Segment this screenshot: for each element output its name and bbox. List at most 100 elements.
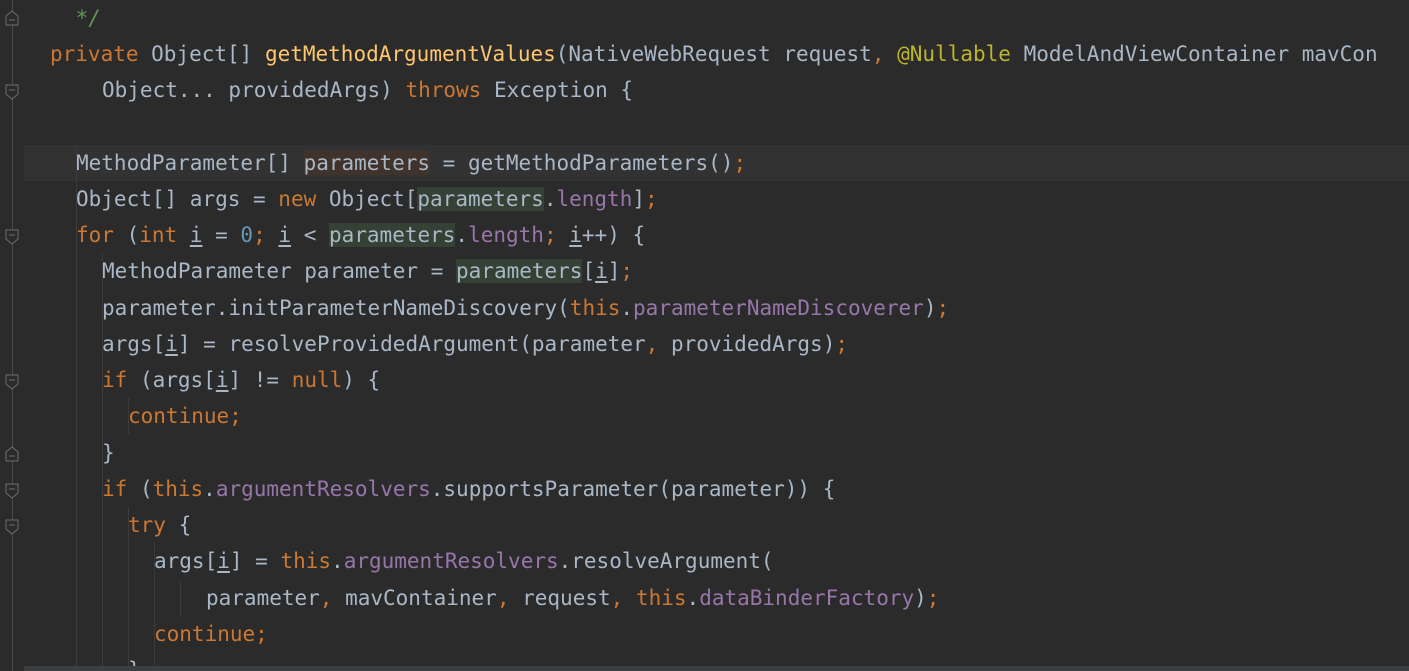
code-line[interactable]: continue; <box>24 398 1409 434</box>
code-token: Object... providedArgs) <box>102 78 406 102</box>
code-token: ( <box>127 477 153 501</box>
code-line-text: args[i] = this.argumentResolvers.resolve… <box>154 543 774 579</box>
code-token: 0 <box>240 223 254 247</box>
code-token: i <box>165 332 178 356</box>
code-token: this <box>569 296 621 320</box>
fold-collapse-icon[interactable] <box>5 483 19 499</box>
code-token: .resolveArgument( <box>558 549 774 573</box>
editor-gutter[interactable] <box>0 0 24 671</box>
code-token: ModelAndViewContainer mavCon <box>1010 42 1378 66</box>
code-line-text: } <box>102 435 115 471</box>
code-token: i <box>595 259 608 283</box>
code-token: ; <box>253 223 266 247</box>
code-line[interactable]: Object... providedArgs) throws Exception… <box>24 72 1409 108</box>
code-token: */ <box>63 6 101 30</box>
fold-collapse-icon[interactable] <box>5 229 19 245</box>
code-token: parameterNameDiscoverer <box>633 296 924 320</box>
code-token: parameters <box>456 259 583 283</box>
fold-end-icon[interactable] <box>5 10 19 26</box>
code-token: ] = resolveProvidedArgument(parameter <box>177 332 646 356</box>
code-token: , <box>319 586 333 610</box>
fold-collapse-icon[interactable] <box>5 374 19 390</box>
code-token: ) <box>923 296 937 320</box>
code-token: throws <box>405 78 482 102</box>
code-line[interactable]: args[i] = this.argumentResolvers.resolve… <box>24 543 1409 579</box>
code-token: i <box>189 223 203 247</box>
code-token: ) { <box>342 368 381 392</box>
code-token: ; <box>733 151 747 175</box>
code-token: continue <box>154 622 256 646</box>
code-token: parameter <box>206 586 320 610</box>
code-token: int <box>139 223 178 247</box>
code-token: ] = <box>229 549 281 573</box>
code-token: ] <box>632 187 645 211</box>
code-token: args[ <box>154 549 218 573</box>
code-token: i <box>278 223 292 247</box>
code-token: request <box>509 586 611 610</box>
code-token: null <box>291 368 343 392</box>
code-line[interactable]: MethodParameter parameter = parameters[i… <box>24 253 1409 289</box>
code-token: ; <box>936 296 950 320</box>
code-token: try <box>128 513 166 537</box>
code-token: [ <box>582 259 596 283</box>
code-line[interactable]: MethodParameter[] parameters = getMethod… <box>24 145 1409 181</box>
indent-guide <box>180 580 181 616</box>
code-line[interactable]: for (int i = 0; i < parameters.length; i… <box>24 217 1409 253</box>
code-token: . <box>455 223 469 247</box>
indent-guide <box>128 507 129 671</box>
code-line[interactable]: parameter, mavContainer, request, this.d… <box>24 580 1409 616</box>
code-token: dataBinderFactory <box>699 586 915 610</box>
code-token: , <box>496 586 510 610</box>
code-editor[interactable]: */ private Object[] getMethodArgumentValu… <box>24 0 1409 671</box>
code-line-text: Object... providedArgs) throws Exception… <box>102 72 633 108</box>
code-token: Object[] args = <box>76 187 279 211</box>
code-token: ; <box>620 259 634 283</box>
code-line-text: MethodParameter parameter = parameters[i… <box>102 253 633 289</box>
code-line[interactable]: private Object[] getMethodArgumentValues… <box>24 36 1409 72</box>
code-line[interactable]: } <box>24 435 1409 471</box>
code-line[interactable]: */ <box>24 0 1409 36</box>
code-token: for <box>76 223 114 247</box>
code-line-text: continue; <box>154 616 268 652</box>
code-line-text: Object[] args = new Object[parameters.le… <box>76 181 658 217</box>
code-token: length <box>556 187 633 211</box>
code-token: parameters <box>303 151 431 175</box>
code-line[interactable]: args[i] = resolveProvidedArgument(parame… <box>24 326 1409 362</box>
code-line[interactable]: parameter.initParameterNameDiscovery(thi… <box>24 290 1409 326</box>
code-line-text: parameter, mavContainer, request, this.d… <box>206 580 939 616</box>
code-line-text: parameter.initParameterNameDiscovery(thi… <box>102 290 949 326</box>
gutter-line <box>12 0 13 671</box>
code-line[interactable]: if (args[i] != null) { <box>24 362 1409 398</box>
code-token: . <box>686 586 700 610</box>
code-token: } <box>102 441 115 465</box>
code-token: continue <box>128 404 230 428</box>
fold-collapse-icon[interactable] <box>5 84 19 100</box>
code-token: argumentResolvers <box>343 549 559 573</box>
code-token: this <box>152 477 204 501</box>
code-token: this <box>280 549 332 573</box>
code-token: . <box>620 296 634 320</box>
code-token: ; <box>926 586 940 610</box>
code-token: i <box>217 549 230 573</box>
code-line[interactable]: continue; <box>24 616 1409 652</box>
code-line[interactable]: if (this.argumentResolvers.supportsParam… <box>24 471 1409 507</box>
code-token: private <box>50 42 139 66</box>
fold-end-icon[interactable] <box>5 446 19 462</box>
code-line[interactable]: Object[] args = new Object[parameters.le… <box>24 181 1409 217</box>
code-line[interactable] <box>24 108 1409 144</box>
code-line[interactable]: try { <box>24 507 1409 543</box>
code-token: providedArgs) <box>658 332 836 356</box>
code-token: . <box>331 549 344 573</box>
code-token: @Nullable <box>897 42 1011 66</box>
indent-guide <box>154 543 155 671</box>
horizontal-scrollbar[interactable] <box>24 666 1409 671</box>
code-token: < <box>291 223 329 247</box>
code-line-text: private Object[] getMethodArgumentValues… <box>50 36 1378 72</box>
code-token: ( <box>113 223 140 247</box>
code-token: getMethodArgumentValues <box>264 42 556 66</box>
fold-collapse-icon[interactable] <box>5 519 19 535</box>
code-token: , <box>871 42 885 66</box>
